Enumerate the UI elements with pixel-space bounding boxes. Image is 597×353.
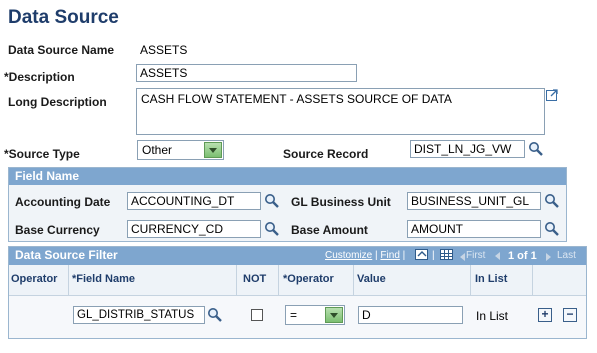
column-header-in-list: In List — [475, 273, 508, 285]
column-header-field-name: *Field Name — [72, 273, 135, 285]
filter-value-input[interactable]: D — [358, 306, 463, 324]
toolbar-separator: | — [375, 250, 378, 261]
magnifier-icon[interactable] — [207, 307, 223, 323]
remove-row-button[interactable]: − — [563, 308, 577, 322]
long-description-textarea[interactable]: CASH FLOW STATEMENT - ASSETS SOURCE OF D… — [136, 88, 545, 135]
last-arrow-icon — [545, 251, 553, 261]
toolbar-separator: | — [402, 250, 406, 261]
column-header-operator: Operator — [11, 273, 58, 285]
grid-toolbar: Customize | Find | — [325, 250, 405, 261]
magnifier-icon[interactable] — [544, 221, 560, 237]
base-currency-input[interactable]: CURRENCY_CD — [127, 220, 261, 238]
base-amount-input[interactable]: AMOUNT — [407, 220, 541, 238]
customize-link[interactable]: Customize — [325, 250, 372, 261]
gl-business-unit-input[interactable]: BUSINESS_UNIT_GL — [407, 192, 541, 210]
chevron-down-icon[interactable] — [204, 142, 222, 158]
filter-operator-value: = — [290, 308, 298, 322]
accounting-date-input[interactable]: ACCOUNTING_DT — [127, 192, 261, 210]
filter-operator-select[interactable]: = — [285, 305, 345, 325]
data-source-name-label: Data Source Name — [8, 43, 115, 57]
page-title: Data Source — [8, 7, 119, 28]
view-all-icon[interactable] — [415, 248, 429, 261]
source-record-input[interactable]: DIST_LN_JG_VW — [410, 140, 525, 158]
source-record-label: Source Record — [283, 147, 369, 161]
find-link[interactable]: Find — [380, 250, 399, 261]
column-header-operator-required: *Operator — [283, 273, 334, 285]
column-header-not: NOT — [243, 273, 267, 285]
in-list-text: In List — [476, 309, 509, 323]
source-type-label: *Source Type — [4, 147, 80, 161]
field-name-group-header: Field Name — [9, 168, 566, 185]
base-amount-label: Base Amount — [291, 223, 368, 237]
filter-field-name-input[interactable]: GL_DISTRIB_STATUS — [73, 306, 205, 324]
expand-icon[interactable] — [546, 88, 559, 101]
prev-arrow-icon — [493, 250, 501, 260]
accounting-date-label: Accounting Date — [15, 195, 111, 209]
magnifier-icon[interactable] — [528, 141, 544, 157]
magnifier-icon[interactable] — [264, 193, 280, 209]
pager-text: 1 of 1 — [508, 250, 537, 262]
base-currency-label: Base Currency — [15, 223, 100, 237]
source-type-value: Other — [142, 143, 173, 157]
add-row-button[interactable]: + — [538, 308, 552, 322]
description-label: *Description — [4, 70, 75, 84]
long-description-label: Long Description — [8, 95, 107, 109]
toolbar-separator: | — [432, 250, 435, 261]
magnifier-icon[interactable] — [544, 193, 560, 209]
gl-business-unit-label: GL Business Unit — [291, 195, 391, 209]
data-source-name-value: ASSETS — [140, 43, 188, 57]
description-input[interactable]: ASSETS — [136, 64, 357, 82]
source-type-select[interactable]: Other — [137, 140, 224, 160]
column-header-value: Value — [357, 273, 386, 285]
magnifier-icon[interactable] — [264, 221, 280, 237]
chevron-down-icon[interactable] — [325, 307, 343, 323]
first-arrow-icon — [458, 251, 466, 261]
last-link[interactable]: Last — [557, 250, 576, 261]
first-link[interactable]: First — [466, 250, 485, 261]
grid-icon[interactable] — [440, 248, 454, 261]
not-checkbox[interactable] — [251, 309, 263, 321]
